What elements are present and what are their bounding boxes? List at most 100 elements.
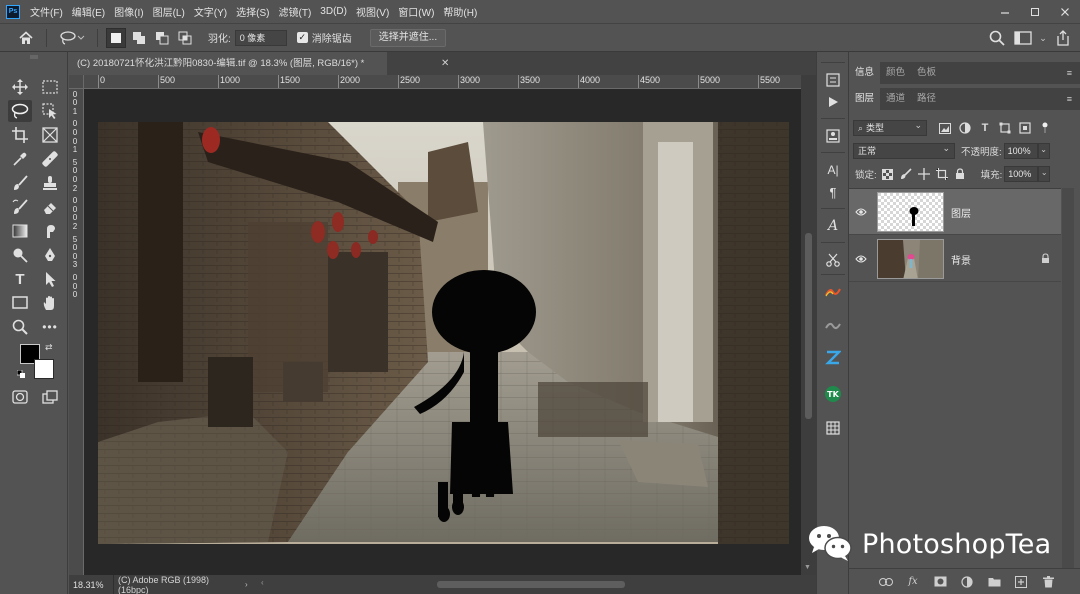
select-and-mask-button[interactable]: 选择并遮住... xyxy=(369,28,447,47)
fill-dropdown-icon[interactable]: ⌄ xyxy=(1038,166,1051,182)
ruler-origin[interactable] xyxy=(69,75,84,89)
menu-filter[interactable]: 滤镜(T) xyxy=(279,4,312,19)
visibility-eye-icon[interactable] xyxy=(855,254,867,264)
horizontal-scroll-thumb[interactable] xyxy=(437,581,625,588)
fill-input[interactable]: 100% xyxy=(1004,166,1039,182)
menu-image[interactable]: 图像(I) xyxy=(114,4,143,19)
zoom-level[interactable]: 18.31% xyxy=(69,580,113,590)
panel-menu-icon[interactable]: ≡ xyxy=(1067,94,1072,104)
chevron-right-icon[interactable]: › xyxy=(245,580,248,589)
background-color-swatch[interactable] xyxy=(34,359,54,379)
tab-info[interactable]: 信息 xyxy=(849,62,881,84)
zoom-tool-icon[interactable] xyxy=(8,316,32,338)
menu-view[interactable]: 视图(V) xyxy=(356,4,389,19)
type-tool-icon[interactable]: T xyxy=(8,268,32,290)
search-icon[interactable] xyxy=(986,27,1008,49)
marquee-tool-icon[interactable] xyxy=(38,76,62,98)
add-mask-icon[interactable] xyxy=(932,574,948,590)
new-selection-icon[interactable] xyxy=(106,27,126,48)
history-panel-icon[interactable] xyxy=(822,70,844,90)
document-info[interactable]: (C) Adobe RGB (1998) (16bpc) xyxy=(113,574,241,594)
layer-name[interactable]: 图层 xyxy=(951,205,971,220)
tab-swatches[interactable]: 色板 xyxy=(911,62,942,84)
new-group-icon[interactable] xyxy=(986,574,1002,590)
path-selection-tool-icon[interactable] xyxy=(38,268,62,290)
workspace-icon[interactable] xyxy=(1012,27,1034,49)
lasso-preset-icon[interactable] xyxy=(55,27,89,49)
layer-name[interactable]: 背景 xyxy=(951,252,971,267)
share-icon[interactable] xyxy=(1052,27,1074,49)
subtract-from-selection-icon[interactable] xyxy=(152,28,172,48)
glyphs-panel-icon[interactable]: A xyxy=(822,216,844,236)
new-layer-icon[interactable] xyxy=(1013,574,1029,590)
eraser-tool-icon[interactable] xyxy=(38,196,62,218)
plugin-color-curve-icon[interactable] xyxy=(822,282,844,302)
history-brush-tool-icon[interactable] xyxy=(8,196,32,218)
delete-layer-icon[interactable] xyxy=(1040,574,1056,590)
document-tab[interactable]: (C) 20180721怀化洪江黔阳0830-编辑.tif @ 18.3% (图… xyxy=(69,52,387,75)
healing-brush-tool-icon[interactable] xyxy=(38,148,62,170)
feather-input[interactable]: 0 像素 xyxy=(234,29,287,46)
pen-tool-icon[interactable] xyxy=(38,244,62,266)
opacity-dropdown-icon[interactable]: ⌄ xyxy=(1037,143,1050,159)
menu-help[interactable]: 帮助(H) xyxy=(443,4,477,19)
vertical-scrollbar[interactable]: ▼ xyxy=(801,75,816,575)
layer-style-fx-icon[interactable]: fx xyxy=(905,574,921,590)
lock-position-icon[interactable] xyxy=(917,167,931,181)
tab-color[interactable]: 颜色 xyxy=(880,62,911,84)
menu-layer[interactable]: 图层(L) xyxy=(153,4,185,19)
paragraph-panel-icon[interactable]: ¶ xyxy=(822,182,844,202)
canvas-area[interactable] xyxy=(84,89,801,575)
menu-file[interactable]: 文件(F) xyxy=(30,4,63,19)
restore-icon[interactable] xyxy=(1020,0,1050,24)
scroll-left-icon[interactable]: ‹ xyxy=(261,578,264,587)
plugin-grid-icon[interactable] xyxy=(822,418,844,438)
tab-channels[interactable]: 通道 xyxy=(880,88,911,110)
menu-type[interactable]: 文字(Y) xyxy=(194,4,227,19)
menu-window[interactable]: 窗口(W) xyxy=(398,4,434,19)
lock-all-icon[interactable] xyxy=(953,167,967,181)
plugin-tk-icon[interactable]: TK xyxy=(822,384,844,404)
layer-filter-select[interactable]: ⌕ 类型 xyxy=(853,118,927,136)
opacity-input[interactable]: 100% xyxy=(1003,143,1038,159)
blend-mode-select[interactable]: 正常 xyxy=(853,141,955,159)
link-layers-icon[interactable] xyxy=(878,574,894,590)
frame-tool-icon[interactable] xyxy=(38,124,62,146)
plugin-z-icon[interactable] xyxy=(822,348,844,368)
add-to-selection-icon[interactable] xyxy=(129,28,149,48)
screen-mode-icon[interactable] xyxy=(38,386,62,408)
layers-scrollbar[interactable] xyxy=(1062,188,1074,568)
close-icon[interactable] xyxy=(1050,0,1080,24)
lock-artboard-icon[interactable] xyxy=(935,167,949,181)
plugin-link-icon[interactable] xyxy=(822,316,844,336)
layer-row[interactable]: 背景 xyxy=(849,236,1061,282)
home-icon[interactable] xyxy=(14,27,38,49)
vertical-scroll-thumb[interactable] xyxy=(805,233,812,419)
swap-colors-icon[interactable]: ⇄ xyxy=(45,342,53,353)
filter-smart-object-icon[interactable] xyxy=(1017,120,1033,136)
panel-menu-icon[interactable]: ≡ xyxy=(1067,68,1072,78)
rectangle-tool-icon[interactable] xyxy=(8,292,32,314)
character-panel-icon[interactable]: A| xyxy=(822,160,844,180)
filter-pixel-icon[interactable] xyxy=(937,120,953,136)
more-tools-icon[interactable]: ••• xyxy=(38,316,62,338)
filter-adjustment-icon[interactable] xyxy=(957,120,973,136)
properties-panel-icon[interactable] xyxy=(822,126,844,146)
visibility-eye-icon[interactable] xyxy=(855,207,867,217)
lasso-tool-icon[interactable] xyxy=(8,100,32,122)
filter-toggle-icon[interactable] xyxy=(1037,120,1053,136)
menu-3d[interactable]: 3D(D) xyxy=(320,6,347,17)
move-tool-icon[interactable] xyxy=(8,76,32,98)
minimize-icon[interactable] xyxy=(990,0,1020,24)
filter-type-icon[interactable]: T xyxy=(977,120,993,136)
crop-tool-icon[interactable] xyxy=(8,124,32,146)
object-selection-tool-icon[interactable] xyxy=(38,100,62,122)
default-colors-icon[interactable] xyxy=(16,369,25,378)
plugin-scissors-icon[interactable] xyxy=(822,250,844,270)
antialias-checkbox[interactable]: ✓ xyxy=(296,32,308,43)
menu-edit[interactable]: 编辑(E) xyxy=(72,4,105,19)
clone-stamp-tool-icon[interactable] xyxy=(38,172,62,194)
vertical-ruler[interactable]: 50010001500200025003000 xyxy=(69,89,84,575)
smudge-tool-icon[interactable] xyxy=(38,220,62,242)
quick-mask-icon[interactable] xyxy=(8,386,32,408)
